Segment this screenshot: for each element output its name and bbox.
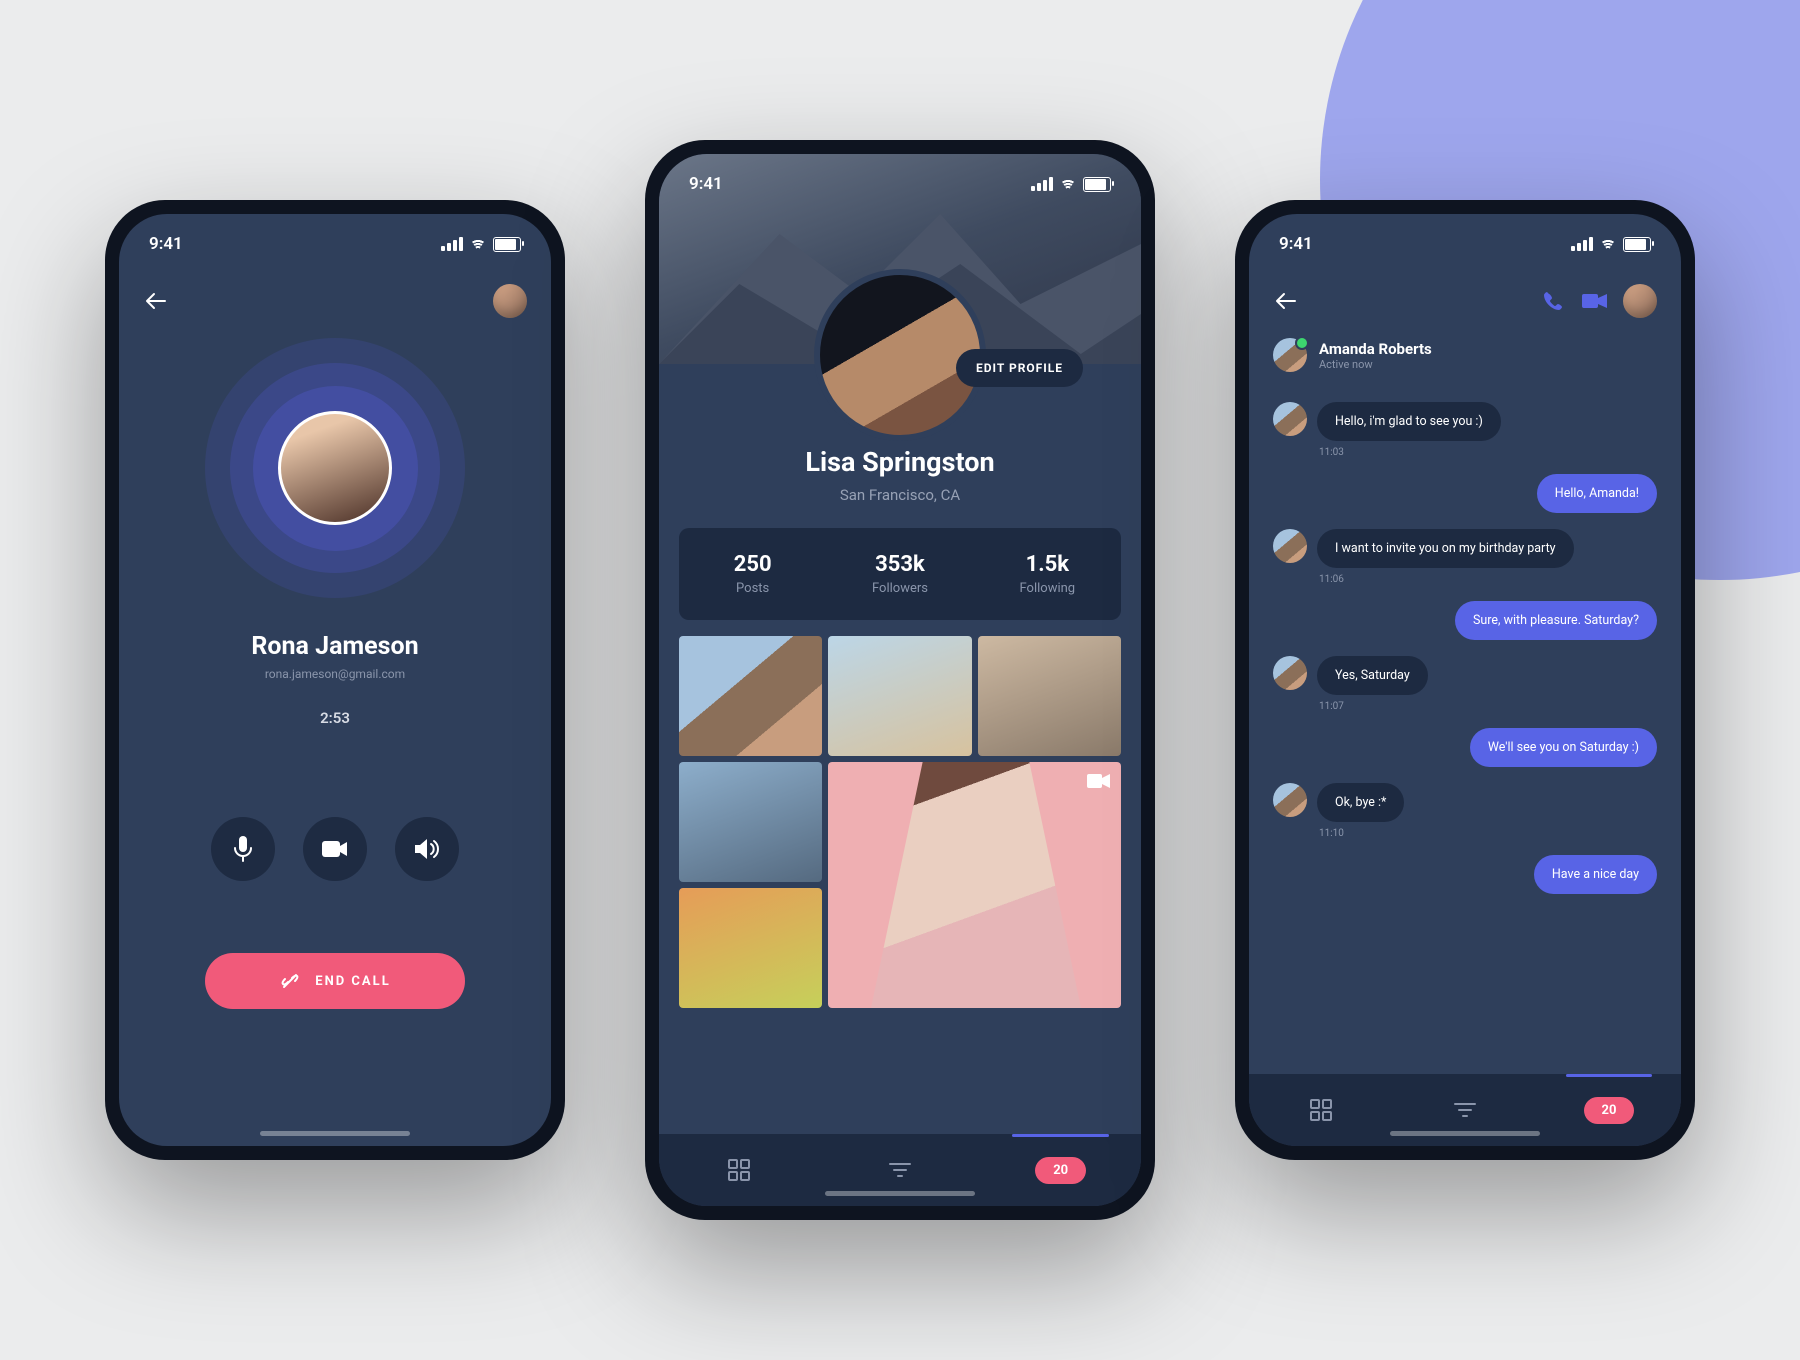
status-time: 9:41 [149, 234, 183, 254]
profile-location: San Francisco, CA [659, 486, 1141, 504]
messages-badge: 20 [1035, 1157, 1086, 1184]
contact-avatar [1273, 529, 1307, 563]
message-bubble: I want to invite you on my birthday part… [1317, 529, 1574, 568]
chat-phone: 9:41 Amanda R [1235, 200, 1695, 1160]
mockup-stage: 9:41 Rona Jameson rona.jameson@gmail.com… [0, 0, 1800, 1360]
status-time: 9:41 [689, 174, 723, 194]
profile-phone: 9:41 EDIT PROFILE Lisa Springston San Fr… [645, 140, 1155, 1220]
stat-followers[interactable]: 353k Followers [826, 528, 973, 620]
message-bubble: Have a nice day [1534, 855, 1657, 894]
message-out[interactable]: We'll see you on Saturday :) [1273, 728, 1657, 767]
contact-avatar[interactable] [1273, 338, 1307, 372]
gallery-item[interactable] [679, 636, 822, 756]
wifi-icon [1599, 237, 1617, 251]
end-call-button[interactable]: END CALL [205, 953, 465, 1009]
chat-screen: 9:41 Amanda R [1249, 214, 1681, 1146]
message-out[interactable]: Hello, Amanda! [1273, 474, 1657, 513]
call-screen: 9:41 Rona Jameson rona.jameson@gmail.com… [119, 214, 551, 1146]
battery-icon [1623, 237, 1651, 252]
gallery-item[interactable] [978, 636, 1121, 756]
nav-messages[interactable]: 20 [1537, 1074, 1681, 1146]
message-time: 11:10 [1319, 828, 1657, 839]
stat-posts[interactable]: 250 Posts [679, 528, 826, 620]
video-call-button[interactable] [1581, 287, 1609, 315]
filter-icon [889, 1162, 911, 1178]
profile-screen: 9:41 EDIT PROFILE Lisa Springston San Fr… [659, 154, 1141, 1206]
call-rings [205, 338, 465, 598]
message-in[interactable]: Yes, Saturday [1273, 656, 1657, 695]
message-in[interactable]: I want to invite you on my birthday part… [1273, 529, 1657, 568]
status-time: 9:41 [1279, 234, 1313, 254]
home-indicator [260, 1131, 410, 1136]
message-bubble: Hello, i'm glad to see you :) [1317, 402, 1501, 441]
grid-icon [1310, 1099, 1332, 1121]
messages-badge: 20 [1584, 1097, 1635, 1124]
edit-profile-button[interactable]: EDIT PROFILE [956, 349, 1083, 387]
signal-icon [441, 237, 463, 251]
message-bubble: We'll see you on Saturday :) [1470, 728, 1657, 767]
back-button[interactable] [1273, 288, 1299, 314]
contact-name: Amanda Roberts [1319, 340, 1432, 358]
end-call-icon [279, 970, 301, 992]
self-avatar[interactable] [493, 284, 527, 318]
status-bar: 9:41 [119, 214, 551, 274]
voice-call-button[interactable] [1539, 287, 1567, 315]
contact-status: Active now [1319, 358, 1432, 371]
contact-avatar [1273, 402, 1307, 436]
grid-icon [728, 1159, 750, 1181]
online-indicator [1295, 336, 1309, 350]
chat-header: Amanda Roberts Active now [1249, 338, 1681, 372]
contact-avatar [1273, 656, 1307, 690]
status-indicators [1571, 237, 1651, 252]
message-in[interactable]: Hello, i'm glad to see you :) [1273, 402, 1657, 441]
message-bubble: Yes, Saturday [1317, 656, 1428, 695]
gallery-item[interactable] [828, 636, 971, 756]
gallery-item[interactable] [679, 888, 822, 1008]
message-in[interactable]: Ok, bye :* [1273, 783, 1657, 822]
call-phone: 9:41 Rona Jameson rona.jameson@gmail.com… [105, 200, 565, 1160]
message-bubble: Ok, bye :* [1317, 783, 1404, 822]
signal-icon [1571, 237, 1593, 251]
video-icon [1087, 772, 1111, 790]
message-bubble: Sure, with pleasure. Saturday? [1455, 601, 1657, 640]
wifi-icon [1059, 177, 1077, 191]
filter-icon [1454, 1102, 1476, 1118]
message-bubble: Hello, Amanda! [1537, 474, 1657, 513]
nav-grid[interactable] [1249, 1074, 1393, 1146]
stat-following[interactable]: 1.5k Following [974, 528, 1121, 620]
caller-email: rona.jameson@gmail.com [265, 667, 405, 681]
message-time: 11:06 [1319, 574, 1657, 585]
profile-gallery [679, 636, 1121, 1008]
back-button[interactable] [143, 288, 169, 314]
message-time: 11:07 [1319, 701, 1657, 712]
call-duration: 2:53 [320, 709, 350, 727]
video-button[interactable] [303, 817, 367, 881]
status-indicators [1031, 177, 1111, 192]
profile-stats: 250 Posts 353k Followers 1.5k Following [679, 528, 1121, 620]
message-time: 11:03 [1319, 447, 1657, 458]
contact-avatar [1273, 783, 1307, 817]
profile-name: Lisa Springston [659, 446, 1141, 478]
gallery-item-video[interactable] [828, 762, 1121, 1008]
message-out[interactable]: Have a nice day [1273, 855, 1657, 894]
speaker-button[interactable] [395, 817, 459, 881]
home-indicator [1390, 1131, 1540, 1136]
battery-icon [1083, 177, 1111, 192]
battery-icon [493, 237, 521, 252]
nav-messages[interactable]: 20 [980, 1134, 1141, 1206]
messages-list[interactable]: Hello, i'm glad to see you :) 11:03 Hello,… [1249, 372, 1681, 1074]
mute-button[interactable] [211, 817, 275, 881]
nav-grid[interactable] [659, 1134, 820, 1206]
caller-name: Rona Jameson [251, 632, 418, 661]
gallery-item[interactable] [679, 762, 822, 882]
signal-icon [1031, 177, 1053, 191]
end-call-label: END CALL [315, 974, 390, 989]
self-avatar[interactable] [1623, 284, 1657, 318]
caller-avatar [278, 411, 392, 525]
status-indicators [441, 237, 521, 252]
message-out[interactable]: Sure, with pleasure. Saturday? [1273, 601, 1657, 640]
wifi-icon [469, 237, 487, 251]
home-indicator [825, 1191, 975, 1196]
